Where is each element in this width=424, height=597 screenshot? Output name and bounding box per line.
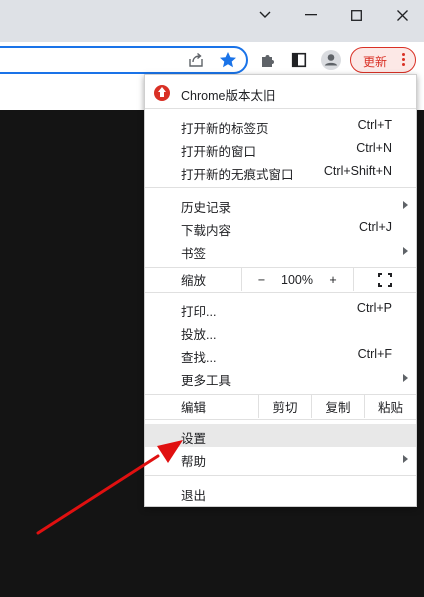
menu-item-find-shortcut: Ctrl+F xyxy=(357,347,392,361)
side-panel-icon xyxy=(291,52,307,68)
extensions-button[interactable] xyxy=(256,48,280,72)
submenu-arrow-icon xyxy=(403,201,408,209)
chrome-main-menu: Chrome版本太旧 打开新的标签页 Ctrl+T 打开新的窗口 Ctrl+N … xyxy=(144,74,417,507)
menu-item-settings-label: 设置 xyxy=(181,432,207,446)
minimize-icon xyxy=(305,14,317,16)
share-icon xyxy=(189,52,203,67)
menu-item-new-tab[interactable]: 打开新的标签页 Ctrl+T xyxy=(145,114,416,137)
menu-item-exit[interactable]: 退出 xyxy=(145,481,416,504)
menu-item-find[interactable]: 查找... Ctrl+F xyxy=(145,343,416,366)
share-button[interactable] xyxy=(184,48,208,72)
chevron-down-icon xyxy=(259,11,271,18)
menu-item-history[interactable]: 历史记录 xyxy=(145,193,416,216)
menu-item-downloads-shortcut: Ctrl+J xyxy=(359,220,392,234)
fullscreen-icon xyxy=(378,272,392,287)
minimize-button[interactable] xyxy=(289,0,333,30)
menu-item-bookmarks[interactable]: 书签 xyxy=(145,239,416,262)
maximize-button[interactable] xyxy=(334,0,378,30)
tab-search-button[interactable] xyxy=(243,0,287,30)
bookmark-star-button[interactable] xyxy=(216,48,240,72)
close-button[interactable] xyxy=(380,0,424,30)
menu-row-edit: 编辑 剪切 复制 粘贴 xyxy=(145,395,416,418)
kebab-menu-icon[interactable] xyxy=(399,53,407,67)
update-button-label: 更新 xyxy=(363,55,388,69)
menu-item-cast[interactable]: 投放... xyxy=(145,320,416,343)
menu-item-bookmarks-label: 书签 xyxy=(181,247,207,261)
menu-item-new-tab-shortcut: Ctrl+T xyxy=(357,118,392,132)
zoom-out-button[interactable]: − xyxy=(241,268,281,291)
menu-item-incognito-label: 打开新的无痕式窗口 xyxy=(181,168,294,182)
cut-button[interactable]: 剪切 xyxy=(258,395,311,418)
close-icon xyxy=(396,9,408,21)
fullscreen-button[interactable] xyxy=(353,268,416,291)
menu-row-zoom: 缩放 − 100% + xyxy=(145,268,416,291)
menu-divider xyxy=(145,187,416,188)
menu-item-incognito[interactable]: 打开新的无痕式窗口 Ctrl+Shift+N xyxy=(145,160,416,183)
edit-label: 编辑 xyxy=(181,401,207,415)
menu-divider xyxy=(145,475,416,476)
menu-item-help[interactable]: 帮助 xyxy=(145,447,416,470)
menu-divider xyxy=(145,419,416,420)
side-panel-button[interactable] xyxy=(287,48,311,72)
submenu-arrow-icon xyxy=(403,455,408,463)
menu-item-new-window-shortcut: Ctrl+N xyxy=(356,141,392,155)
zoom-label: 缩放 xyxy=(181,274,207,288)
update-arrow-icon xyxy=(154,85,170,101)
menu-item-history-label: 历史记录 xyxy=(181,201,232,215)
menu-item-print-shortcut: Ctrl+P xyxy=(356,301,392,315)
menu-item-print[interactable]: 打印... Ctrl+P xyxy=(145,297,416,320)
menu-item-downloads-label: 下载内容 xyxy=(181,224,232,238)
menu-item-print-label: 打印... xyxy=(181,305,217,319)
menu-item-downloads[interactable]: 下载内容 Ctrl+J xyxy=(145,216,416,239)
menu-item-new-tab-label: 打开新的标签页 xyxy=(181,122,269,136)
menu-item-find-label: 查找... xyxy=(181,351,217,365)
menu-divider xyxy=(145,292,416,293)
menu-item-settings[interactable]: 设置 xyxy=(145,424,416,447)
paste-button[interactable]: 粘贴 xyxy=(364,395,416,418)
menu-item-update[interactable]: Chrome版本太旧 xyxy=(145,79,416,105)
address-bar[interactable] xyxy=(0,46,248,74)
menu-item-cast-label: 投放... xyxy=(181,328,217,342)
submenu-arrow-icon xyxy=(403,247,408,255)
star-icon xyxy=(220,52,236,68)
title-bar xyxy=(0,0,424,42)
menu-divider xyxy=(145,108,416,109)
menu-item-more-tools[interactable]: 更多工具 xyxy=(145,366,416,389)
menu-item-new-window-label: 打开新的窗口 xyxy=(181,145,257,159)
menu-item-new-window[interactable]: 打开新的窗口 Ctrl+N xyxy=(145,137,416,160)
profile-button[interactable] xyxy=(319,48,343,72)
menu-item-exit-label: 退出 xyxy=(181,489,207,503)
copy-button[interactable]: 复制 xyxy=(311,395,364,418)
zoom-level: 100% xyxy=(281,272,313,287)
menu-item-incognito-shortcut: Ctrl+Shift+N xyxy=(323,164,392,178)
maximize-icon xyxy=(350,9,362,21)
zoom-in-button[interactable]: + xyxy=(313,268,353,291)
menu-item-update-label: Chrome版本太旧 xyxy=(181,89,276,103)
avatar-icon xyxy=(321,50,341,70)
update-button[interactable]: 更新 xyxy=(350,47,416,73)
puzzle-icon xyxy=(262,55,274,67)
menu-item-more-tools-label: 更多工具 xyxy=(181,374,232,388)
submenu-arrow-icon xyxy=(403,374,408,382)
menu-item-help-label: 帮助 xyxy=(181,455,207,469)
